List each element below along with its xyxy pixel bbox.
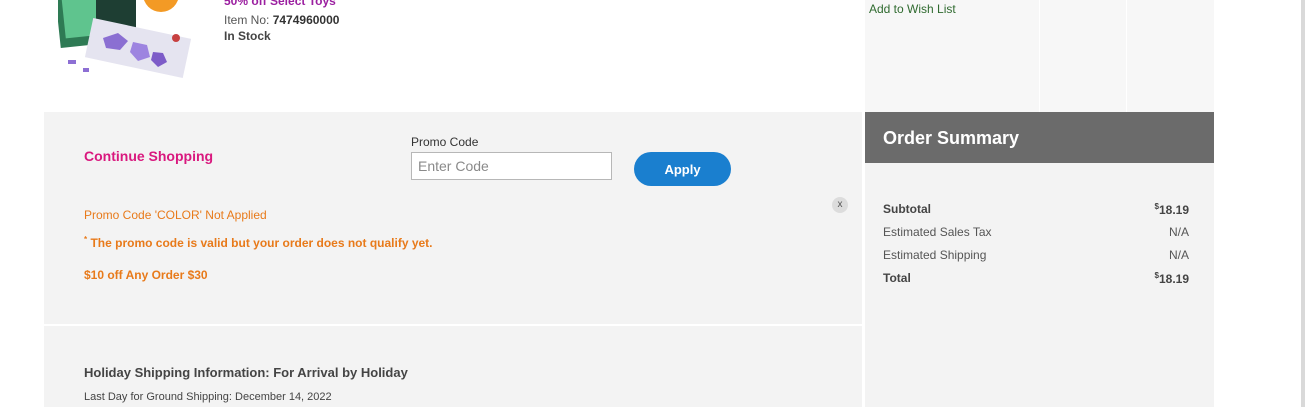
promo-qualify-text: The promo code is valid but your order d… (90, 236, 433, 250)
promo-code-input[interactable] (411, 152, 612, 180)
wishlist-column (865, 0, 1214, 112)
error-marker: * (84, 235, 88, 244)
summary-label: Subtotal (883, 202, 931, 216)
promo-qualify-message: * The promo code is valid but your order… (84, 235, 433, 250)
ground-shipping-deadline: Last Day for Ground Shipping: December 1… (84, 391, 332, 403)
summary-label: Estimated Sales Tax (883, 225, 992, 239)
column-divider (1126, 0, 1127, 112)
product-promo-text: 50% off Select Toys (224, 0, 336, 8)
close-icon[interactable]: x (832, 197, 848, 213)
item-number-value: 7474960000 (272, 13, 340, 27)
holiday-shipping-title: Holiday Shipping Information: For Arriva… (84, 365, 408, 380)
product-image[interactable] (58, 0, 208, 85)
cart-page: 50% off Select Toys Item No: 7474960000 … (0, 0, 1305, 407)
item-number: Item No: 7474960000 (224, 13, 339, 27)
add-to-wishlist-link[interactable]: Add to Wish List (869, 2, 956, 16)
summary-amount: 18.19 (1158, 203, 1189, 217)
item-number-label: Item No: (224, 13, 270, 27)
summary-value: N/A (1168, 225, 1189, 239)
continue-shopping-link[interactable]: Continue Shopping (84, 148, 213, 164)
summary-value: $18.19 (1155, 202, 1189, 217)
promo-offer-text: $10 off Any Order $30 (84, 268, 208, 282)
summary-amount: 18.19 (1158, 272, 1189, 286)
promo-code-label: Promo Code (411, 135, 479, 149)
stock-status: In Stock (224, 29, 271, 43)
order-summary-title: Order Summary (883, 128, 1020, 148)
summary-value: $18.19 (1155, 271, 1189, 286)
summary-value: N/A (1168, 248, 1189, 262)
apply-button[interactable]: Apply (634, 152, 731, 186)
page-scrollbar[interactable] (1301, 0, 1305, 407)
column-divider (1039, 0, 1040, 112)
summary-label: Total (883, 271, 911, 285)
promo-not-applied-message: Promo Code 'COLOR' Not Applied (84, 208, 267, 222)
summary-label: Estimated Shipping (883, 248, 987, 262)
